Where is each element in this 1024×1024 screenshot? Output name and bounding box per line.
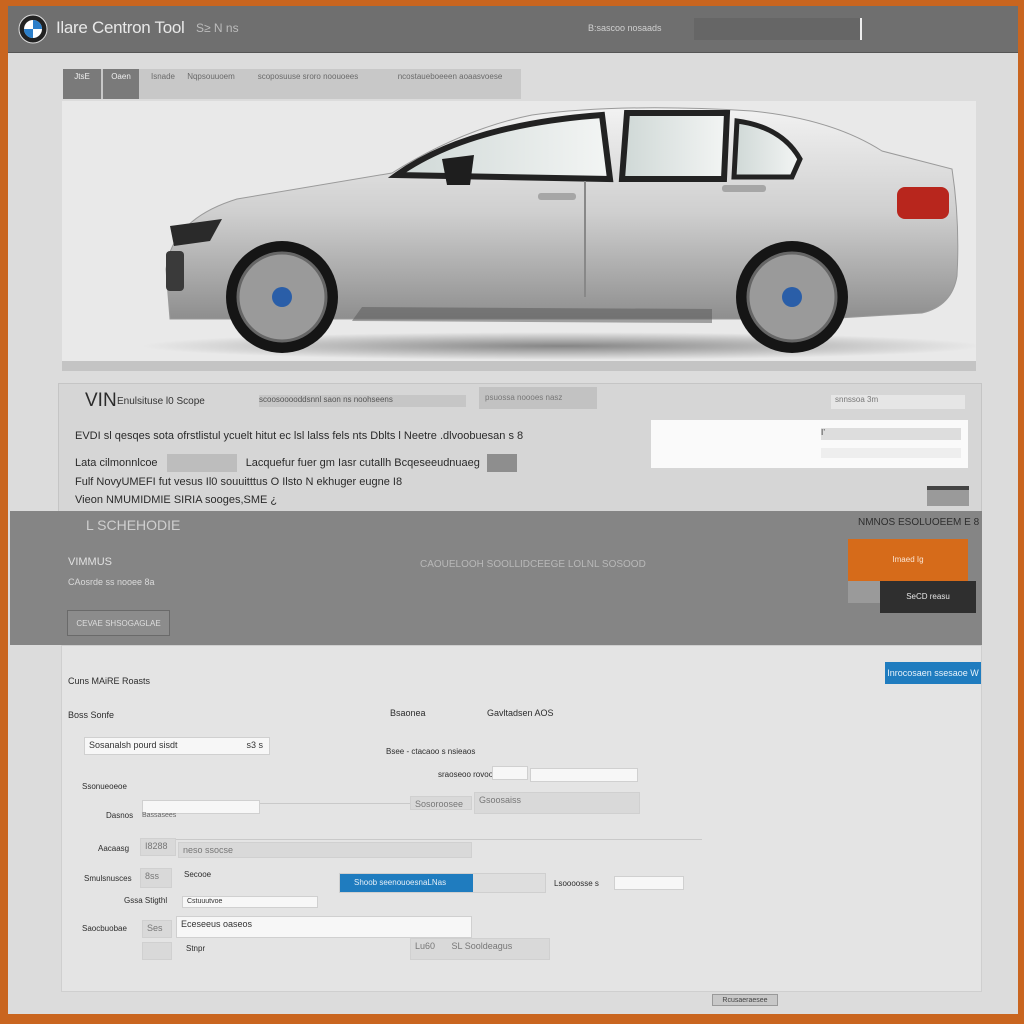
progress-value-box[interactable] (614, 876, 684, 890)
app-title: Ilare Centron Tool (56, 18, 185, 37)
vin-info-text: Lacquefur fuer gm Iasr cutallh Bcqeseeud… (245, 456, 480, 469)
results-vin-label: VIMMUS (68, 556, 112, 568)
tab-label: Isnade (150, 72, 176, 81)
app-subtitle: S≥ N ns (196, 21, 239, 35)
row-c-value[interactable]: neso ssocse (178, 842, 472, 858)
form-section-title: Cuns MAiRE Roasts (68, 676, 151, 686)
row-g-code[interactable] (142, 942, 172, 960)
row-label-e: Gssa Stigthl (124, 896, 168, 905)
row-b-value: Bassasees (142, 812, 177, 819)
tab-3[interactable]: Isnade (143, 69, 183, 99)
footer-status: Rcusaeraesee (712, 994, 778, 1006)
bottom-field[interactable]: Lu60 SL Sooldeagus (410, 938, 550, 960)
results-status: NMNOS ESOLUOEEM E 8 (858, 517, 980, 528)
vin-apply-button[interactable] (927, 486, 969, 506)
row-label-f: Saocbuobae (82, 924, 127, 933)
column-header-3: Gavltadsen AOS (487, 708, 554, 718)
car-illustration (142, 107, 976, 360)
tab-bar: JtsE Oaen Isnade Nqpsouuoem scoposuuse s… (63, 69, 521, 99)
brand-logo-icon (18, 14, 48, 44)
row-f-input[interactable]: Eceseeus oaseos (176, 916, 472, 938)
results-heading: L SCHEHODIE (86, 517, 181, 533)
primary-action-button[interactable]: Imaed Ig (848, 539, 968, 581)
vehicle-image (62, 101, 976, 371)
field-a-label: sraoseoo rovoor (438, 770, 496, 779)
results-sub-label: CAosrde ss nooee 8a (68, 577, 155, 587)
vin-info-label: Lata cilmonnlcoe (75, 456, 158, 469)
tab-5[interactable]: scoposuuse sroro noouoees (239, 69, 377, 99)
vin-input[interactable]: scoosooooddsnnl saon ns noohseens (259, 395, 466, 407)
subheading-a: Bsee - ctacaoo s nsieaos (386, 747, 476, 756)
vin-info-line-3: Fulf NovyUMEFI fut vesus Il0 souuitttus … (75, 476, 403, 488)
tab-2[interactable]: Oaen (103, 69, 139, 99)
field-a-input-2[interactable] (530, 768, 638, 782)
title-bar: Ilare Centron Tool S≥ N ns B:sascoo nosa… (8, 6, 1018, 53)
coding-form: Inrocosaen ssesaoe W Cuns MAiRE Roasts B… (61, 645, 982, 992)
column-header-1: Boss Sonfe (68, 710, 115, 720)
vin-label: Enulsituse l0 Scope (117, 396, 205, 407)
tab-4[interactable]: Nqpsouuoem (187, 69, 235, 99)
tab-label: Oaen (111, 72, 131, 81)
row-a-value-box[interactable]: Sosoroosee (410, 796, 472, 810)
row-d-code[interactable]: 8ss (140, 868, 172, 888)
row-label-d: Smulsnusces (84, 874, 132, 883)
vin-search-field[interactable]: snnssoa 3m (831, 395, 965, 409)
search-input[interactable]: Sosanalsh pourd sisdt s3 s (84, 737, 270, 755)
column-header-2: Bsaonea (390, 708, 426, 718)
vin-result-field[interactable]: I’ (821, 428, 961, 440)
front-wheel-icon (226, 241, 338, 353)
vin-inline-button[interactable] (486, 454, 517, 472)
search-input-value: Sosanalsh pourd sisdt (89, 740, 178, 750)
tab-label: ncostaueboeeen aoaasvoese (397, 72, 503, 81)
row-g-value: Stnpr (186, 944, 206, 953)
vin-info-line-1: EVDI sl qesqes sota ofrstlistul ycuelt h… (75, 430, 524, 442)
bottom-field-value: SL Sooldeagus (451, 941, 513, 951)
spacer-block (848, 581, 880, 603)
vin-decode-field[interactable]: psuossa noooes nasz (479, 387, 597, 409)
row-c-code[interactable]: I8288 (140, 838, 176, 856)
search-input-suffix: s3 s (246, 740, 263, 750)
field-a-input[interactable] (492, 766, 528, 780)
rear-wheel-icon (736, 241, 848, 353)
row-label-b: Dasnos (106, 811, 134, 820)
vin-result-box: I’ (651, 420, 968, 468)
bottom-field-code: Lu60 (415, 941, 436, 951)
tab-label: Nqpsouuoem (187, 72, 235, 81)
vin-info-line-2: Lata cilmonnlcoe Lacquefur fuer gm Iasr … (75, 454, 517, 472)
results-center-text: CAOUELOOH SOOLLIDCEEGE LOLNL SOSOOD (420, 559, 646, 570)
progress-right-label: Lsoooosse s (554, 879, 599, 888)
row-label-c: Aacaasg (98, 844, 130, 853)
vin-inline-field[interactable] (166, 454, 237, 472)
vin-result-field-2[interactable] (821, 448, 961, 458)
row-a-value-box-2[interactable]: Gsoosaiss (474, 792, 640, 814)
tab-6[interactable]: ncostaueboeeen aoaasvoese (381, 69, 519, 99)
tab-label: scoposuuse sroro noouoees (257, 72, 359, 81)
results-band: L SCHEHODIE NMNOS ESOLUOEEM E 8 VIMMUS C… (10, 511, 982, 645)
progress-fill: Shoob seenouoesnaLNas (340, 874, 474, 892)
vin-panel: VIN Enulsituse l0 Scope scoosooooddsnnl … (58, 383, 982, 512)
tab-label: JtsE (74, 72, 90, 81)
coding-progress-bar: Shoob seenouoesnaLNas (339, 873, 546, 893)
divider (172, 839, 702, 840)
row-e-input[interactable]: Cstuuutvoe (182, 896, 318, 908)
vin-heading: VIN (85, 390, 117, 411)
results-action-button[interactable]: CEVAE SHSOGAGLAE (67, 610, 170, 636)
status-text: B:sascoo nosaads (588, 23, 662, 33)
row-d-value: Secooe (184, 870, 212, 879)
row-label-a: Ssonueoeoe (82, 782, 127, 791)
tab-1[interactable]: JtsE (63, 69, 101, 99)
secondary-action-button[interactable]: SeCD reasu (880, 581, 976, 613)
form-submit-button[interactable]: Inrocosaen ssesaoe W (885, 662, 981, 684)
row-f-code[interactable]: Ses (142, 920, 172, 938)
vin-info-line-4: Vieon NMUMIDMIE SIRIA sooges,SME ¿ (75, 494, 278, 506)
title-search-box[interactable] (694, 18, 862, 40)
